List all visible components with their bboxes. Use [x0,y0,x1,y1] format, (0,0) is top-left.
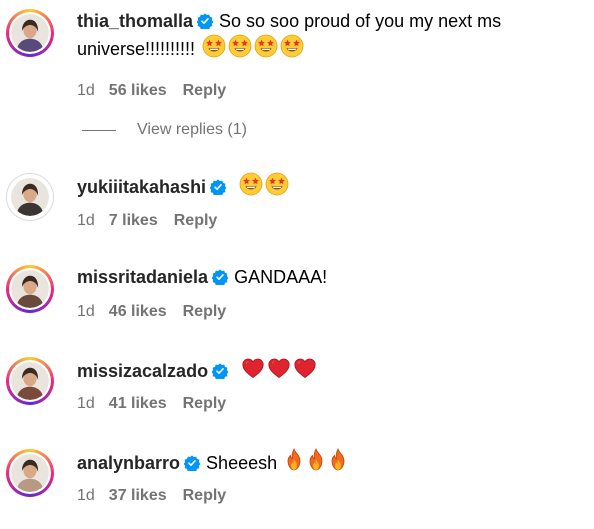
replies-divider [82,129,116,131]
avatar[interactable] [6,265,54,313]
comment-likes[interactable]: 46 likes [109,303,167,320]
reply-button[interactable]: Reply [183,82,227,99]
avatar-frame [9,268,51,310]
reply-button[interactable]: Reply [183,395,227,412]
comment-username[interactable]: thia_thomalla [77,11,193,31]
avatar[interactable] [6,449,54,497]
avatar-frame [9,452,51,494]
avatar-photo [11,454,49,492]
red-heart-emoji-icon [242,358,264,378]
comment-likes[interactable]: 37 likes [109,487,167,504]
avatar-frame [9,12,51,54]
star-struck-emoji-icon [265,172,289,196]
star-struck-emoji-icon [202,34,226,58]
star-struck-emoji-icon [239,172,263,196]
reply-button[interactable]: Reply [183,303,227,320]
comment-age[interactable]: 1d [77,395,95,412]
red-heart-emoji-icon [268,358,290,378]
comment-text-line: missritadaniela GANDAAA! [77,264,586,290]
verified-badge-icon [212,269,229,285]
comment-text: GANDAAA! [234,267,328,287]
star-struck-emoji-icon [228,34,252,58]
avatar[interactable] [6,9,54,57]
comment-username[interactable]: missizacalzado [77,361,208,381]
comment-age[interactable]: 1d [77,82,95,99]
avatar-photo [11,14,49,52]
avatar-frame [9,176,51,218]
comment-age[interactable]: 1d [77,487,95,504]
avatar-photo [11,178,49,216]
verified-badge-icon [197,13,214,29]
comment-username[interactable]: analynbarro [77,453,180,473]
comment-text-line: yukiiitakahashi [77,172,586,200]
verified-badge-icon [184,455,201,471]
star-struck-emoji-icon [280,34,304,58]
verified-badge-icon [212,363,229,379]
red-heart-emoji-icon [294,358,316,378]
comment-text-line: thia_thomalla So so soo proud of you my n… [77,8,586,62]
comment-meta: 1d 7 likes Reply [77,211,217,231]
comment-likes[interactable]: 41 likes [109,395,167,412]
comment-text: Sheeesh [206,453,278,473]
verified-badge-icon [210,179,227,195]
star-struck-emoji-icon [254,34,278,58]
comment-emoji-group [239,358,317,381]
comment-meta: 1d 46 likes Reply [77,302,226,322]
comment-username[interactable]: missritadaniela [77,267,208,287]
reply-button[interactable]: Reply [174,212,218,229]
reply-button[interactable]: Reply [183,487,227,504]
view-replies-label: View replies (1) [137,121,247,138]
view-replies-button[interactable]: View replies (1) [82,120,247,140]
comment-meta: 1d 41 likes Reply [77,394,226,414]
comment-emoji-group [282,448,348,473]
fire-emoji-icon [287,448,301,471]
avatar-frame [9,360,51,402]
comment-meta: 1d 56 likes Reply [77,81,226,101]
comment-emoji-group [237,172,289,197]
comment-emoji-group [200,34,304,59]
comment-meta: 1d 37 likes Reply [77,486,226,506]
avatar[interactable] [6,173,54,221]
comment-text-line: missizacalzado [77,356,586,384]
comment-likes[interactable]: 7 likes [109,212,158,229]
avatar-photo [11,362,49,400]
comment-text-line: analynbarro Sheeesh [77,448,586,476]
comment-age[interactable]: 1d [77,212,95,229]
fire-emoji-icon [309,448,323,471]
avatar-photo [11,270,49,308]
comment-age[interactable]: 1d [77,303,95,320]
avatar[interactable] [6,357,54,405]
comment-likes[interactable]: 56 likes [109,82,167,99]
fire-emoji-icon [331,448,345,471]
comment-username[interactable]: yukiiitakahashi [77,177,206,197]
